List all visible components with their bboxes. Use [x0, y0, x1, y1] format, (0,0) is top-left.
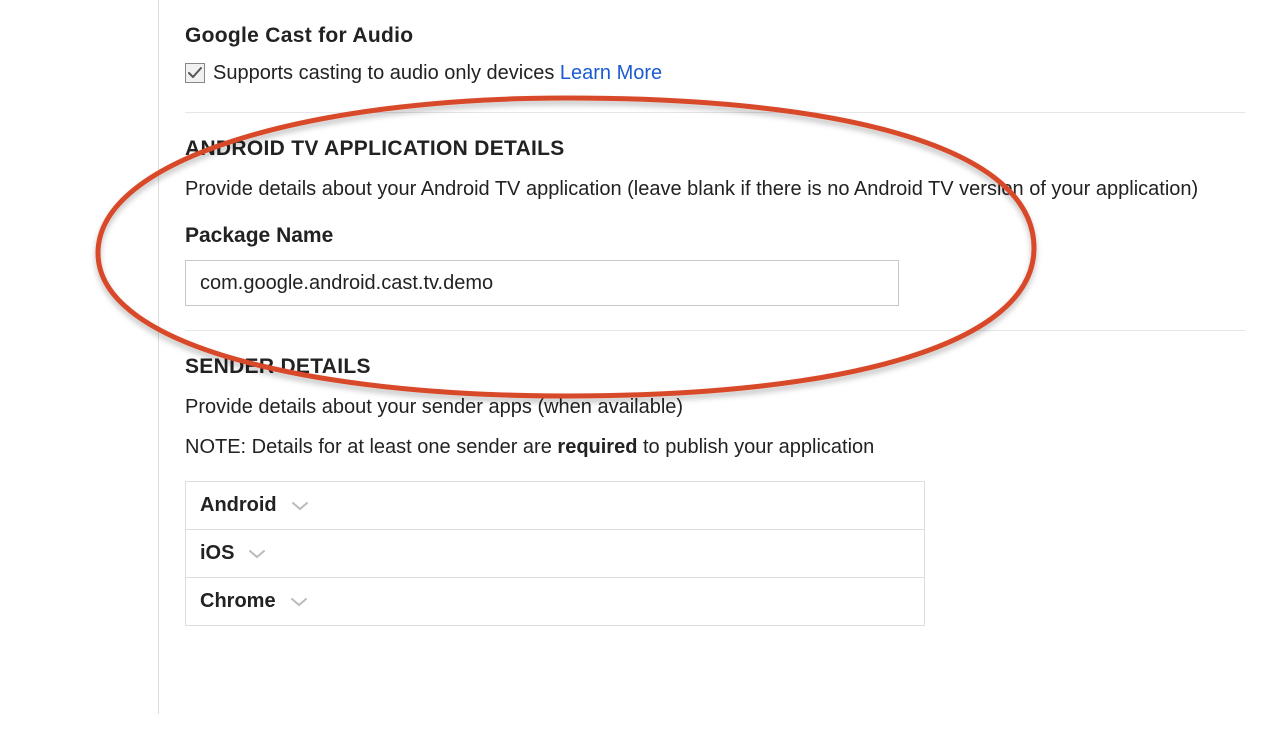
checkmark-icon — [187, 65, 203, 81]
sender-label-chrome: Chrome — [200, 590, 276, 613]
sender-list: Android iOS Chrome — [185, 481, 925, 626]
package-name-label: Package Name — [185, 224, 1245, 248]
section-sender-heading: SENDER DETAILS — [185, 355, 1245, 379]
vertical-divider — [158, 0, 159, 714]
section-sender-note: NOTE: Details for at least one sender ar… — [185, 436, 1245, 459]
section-android-tv-description: Provide details about your Android TV ap… — [185, 175, 1245, 204]
sender-row-ios[interactable]: iOS — [186, 530, 924, 578]
section-cast-audio-heading: Google Cast for Audio — [185, 24, 1245, 48]
chevron-down-icon — [291, 500, 309, 512]
supports-audio-checkbox[interactable] — [185, 63, 205, 83]
sender-row-android[interactable]: Android — [186, 482, 924, 530]
section-sender-details: SENDER DETAILS Provide details about you… — [185, 355, 1245, 626]
chevron-down-icon — [248, 548, 266, 560]
sender-label-ios: iOS — [200, 542, 234, 565]
supports-audio-label: Supports casting to audio only devices — [213, 62, 554, 84]
section-android-tv-heading: ANDROID TV APPLICATION DETAILS — [185, 137, 1245, 161]
section-android-tv: ANDROID TV APPLICATION DETAILS Provide d… — [185, 137, 1245, 331]
sender-label-android: Android — [200, 494, 277, 517]
sender-row-chrome[interactable]: Chrome — [186, 578, 924, 625]
section-cast-audio: Google Cast for Audio Supports casting t… — [185, 24, 1245, 113]
chevron-down-icon — [290, 596, 308, 608]
package-name-input[interactable] — [185, 260, 899, 306]
learn-more-link[interactable]: Learn More — [560, 62, 662, 84]
section-sender-description: Provide details about your sender apps (… — [185, 393, 1245, 422]
